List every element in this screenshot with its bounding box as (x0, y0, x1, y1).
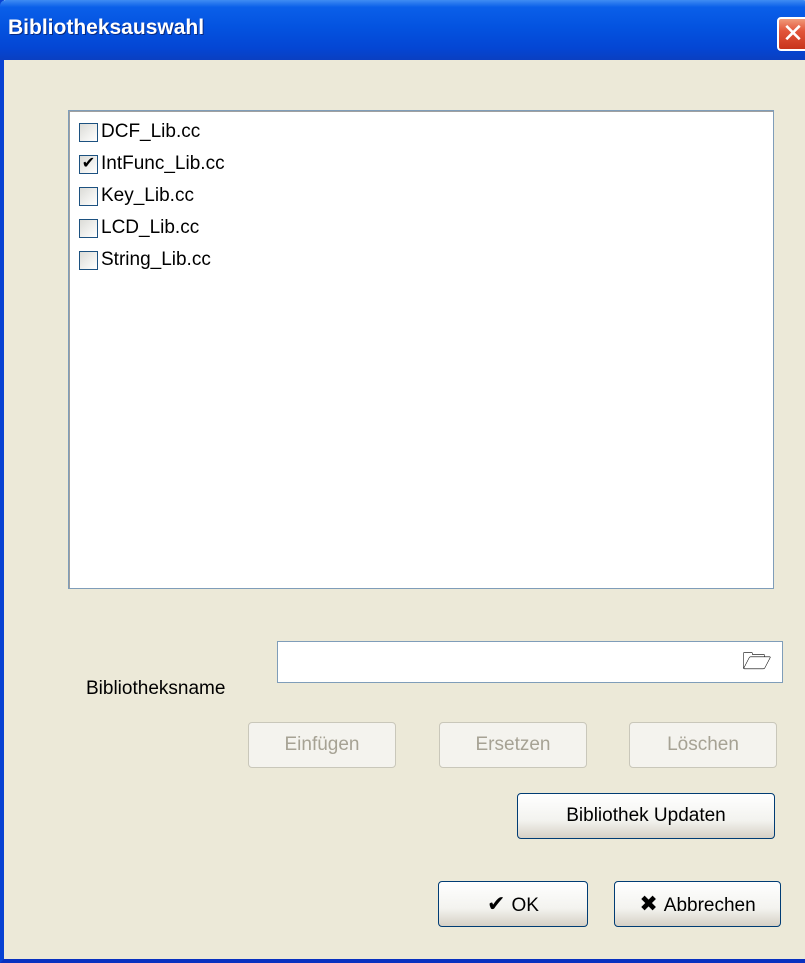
list-item-label: LCD_Lib.cc (101, 217, 200, 238)
library-selection-dialog: Bibliotheksauswahl ✕ DCF_Lib.cc ✔ IntFun… (0, 0, 805, 963)
list-item-label: Key_Lib.cc (101, 185, 194, 206)
cross-icon: ✖ (639, 891, 658, 916)
close-icon: ✕ (782, 18, 804, 48)
list-item-label: IntFunc_Lib.cc (101, 153, 225, 174)
checkbox[interactable] (79, 250, 98, 270)
ok-label: OK (511, 895, 539, 916)
ok-button[interactable]: ✔ OK (438, 881, 588, 927)
list-item-string-lib[interactable]: String_Lib.cc (79, 245, 211, 275)
update-library-button[interactable]: Bibliothek Updaten (517, 793, 775, 839)
checkbox[interactable] (79, 186, 98, 206)
checkbox[interactable] (79, 218, 98, 238)
cancel-label: Abbrechen (663, 895, 756, 916)
checkbox[interactable] (79, 122, 98, 142)
list-item-label: DCF_Lib.cc (101, 121, 201, 142)
list-item-intfunc-lib[interactable]: ✔ IntFunc_Lib.cc (79, 149, 225, 179)
library-name-input[interactable] (277, 641, 783, 683)
list-item-lcd-lib[interactable]: LCD_Lib.cc (79, 213, 199, 243)
library-list[interactable]: DCF_Lib.cc ✔ IntFunc_Lib.cc Key_Lib.cc L… (68, 110, 774, 589)
dialog-title: Bibliotheksauswahl (8, 16, 205, 39)
delete-button[interactable]: Löschen (629, 722, 777, 768)
library-name-label: Bibliotheksname (86, 678, 226, 699)
checkmark-icon: ✔ (487, 891, 506, 916)
title-bar[interactable]: Bibliotheksauswahl ✕ (0, 0, 805, 60)
list-item-dcf-lib[interactable]: DCF_Lib.cc (79, 117, 200, 147)
insert-button[interactable]: Einfügen (248, 722, 396, 768)
cancel-button[interactable]: ✖ Abbrechen (614, 881, 781, 927)
list-item-label: String_Lib.cc (101, 249, 211, 270)
close-button[interactable]: ✕ (777, 17, 805, 51)
replace-button[interactable]: Ersetzen (439, 722, 587, 768)
list-item-key-lib[interactable]: Key_Lib.cc (79, 181, 194, 211)
folder-open-icon[interactable]: 🗁 (742, 647, 772, 677)
checkbox[interactable]: ✔ (79, 154, 98, 174)
